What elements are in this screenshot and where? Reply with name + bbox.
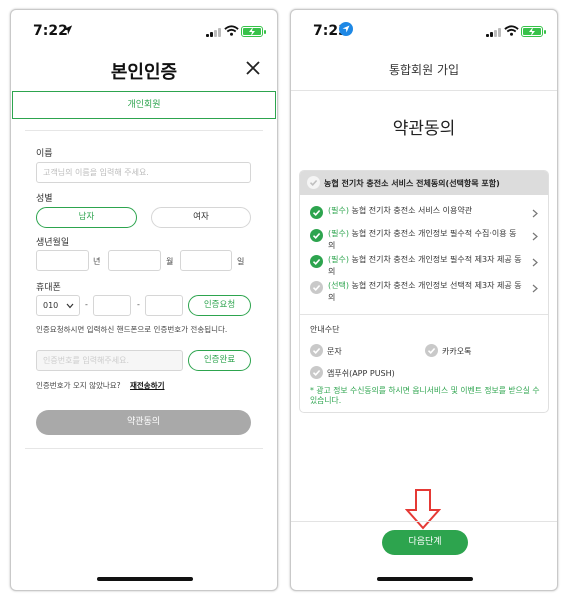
wifi-icon xyxy=(504,25,519,36)
code-notice-text: 인증요청하시면 입력하신 핸드폰으로 인증번호가 전송됩니다. xyxy=(36,325,228,334)
name-input[interactable]: 고객님의 이름을 입력해 주세요. xyxy=(36,162,251,183)
carrier-select[interactable]: 010 xyxy=(36,295,80,316)
phone-middle-input[interactable] xyxy=(93,295,131,316)
status-bar: 7:22 xyxy=(11,10,277,50)
birth-month-unit: 월 xyxy=(166,257,174,266)
check-circle-icon xyxy=(310,281,323,294)
term-text: 농협 전기차 충전소 개인정보 필수적 수집·이용 동의 xyxy=(328,229,517,250)
confirm-code-button[interactable]: 인증완료 xyxy=(188,350,251,371)
section-title: 약관동의 xyxy=(392,119,456,139)
gender-label: 성별 xyxy=(36,194,53,204)
phone-last-input[interactable] xyxy=(145,295,183,316)
term-row[interactable]: (필수) 농협 전기차 충전소 개인정보 필수적 수집·이용 동의 xyxy=(300,227,548,251)
chevron-right-icon[interactable] xyxy=(532,209,538,218)
gender-female-button[interactable]: 여자 xyxy=(151,207,251,228)
channel-note: * 광고 정보 수신동의를 하시면 옵니서비스 및 이벤트 정보를 받으실 수 … xyxy=(310,386,540,405)
all-agree-row[interactable]: 농협 전기차 충전소 서비스 전체동의(선택항목 포함) xyxy=(300,171,548,195)
request-code-button[interactable]: 인증요청 xyxy=(188,295,251,316)
term-tag: (선택) xyxy=(328,281,349,290)
down-arrow-icon xyxy=(405,489,441,530)
check-circle-icon xyxy=(307,176,320,189)
wifi-icon xyxy=(224,25,239,36)
channel-label: 앱푸쉬(APP PUSH) xyxy=(327,369,395,378)
home-indicator xyxy=(377,577,473,581)
divider xyxy=(25,448,263,449)
divider xyxy=(300,314,548,315)
check-circle-icon xyxy=(310,366,323,379)
gender-male-button[interactable]: 남자 xyxy=(36,207,137,228)
birth-label: 생년월일 xyxy=(36,238,70,248)
term-row[interactable]: (선택) 농협 전기차 충전소 개인정보 선택적 제3자 제공 동의 xyxy=(300,279,548,303)
term-label: (선택) 농협 전기차 충전소 개인정보 선택적 제3자 제공 동의 xyxy=(328,280,523,304)
location-circle-icon xyxy=(339,22,353,36)
page-title: 본인인증 xyxy=(110,62,178,83)
birth-day-input[interactable] xyxy=(180,250,232,271)
close-icon[interactable] xyxy=(245,60,261,76)
birth-year-unit: 년 xyxy=(93,257,101,266)
term-tag: (필수) xyxy=(328,255,349,264)
notice-method-title: 안내수단 xyxy=(310,325,340,334)
battery-charging-icon xyxy=(521,26,546,37)
resend-link[interactable]: 재전송하기 xyxy=(130,380,165,391)
home-indicator xyxy=(97,577,193,581)
phone-label: 휴대폰 xyxy=(36,283,61,293)
signal-icon xyxy=(486,27,501,37)
divider xyxy=(25,130,263,131)
phone-dash-1: - xyxy=(85,300,88,309)
birth-month-input[interactable] xyxy=(108,250,161,271)
check-circle-icon xyxy=(310,229,323,242)
channel-label: 카카오톡 xyxy=(442,347,472,356)
check-circle-icon xyxy=(310,206,323,219)
chevron-right-icon[interactable] xyxy=(532,232,538,241)
footer-divider xyxy=(291,521,557,522)
tab-personal-member[interactable]: 개인회원 xyxy=(12,91,276,119)
chevron-right-icon[interactable] xyxy=(532,284,538,293)
check-circle-icon xyxy=(310,344,323,357)
terms-agree-button[interactable]: 약관동의 xyxy=(36,410,251,435)
check-circle-icon xyxy=(310,255,323,268)
resend-prompt: 인증번호가 오지 않았나요? xyxy=(36,381,121,390)
all-agree-label: 농협 전기차 충전소 서비스 전체동의(선택항목 포함) xyxy=(324,179,500,188)
location-arrow-icon xyxy=(62,25,73,35)
phone-screen-identity-verification: 7:22 본인인증 개인회원 이름 고객님의 이름을 입력해 주세요. 성별 남… xyxy=(10,9,278,591)
term-label: (필수) 농협 전기차 충전소 개인정보 필수적 수집·이용 동의 xyxy=(328,228,523,252)
term-row[interactable]: (필수) 농협 전기차 충전소 서비스 이용약관 xyxy=(300,204,548,228)
channel-label: 문자 xyxy=(327,347,342,356)
term-text: 농협 전기차 충전소 서비스 이용약관 xyxy=(351,206,473,215)
phone-screen-terms-agreement: 7:23 통합회원 가입 약관동의 농협 전기차 충전소 서비스 전체동의(선택… xyxy=(290,9,558,591)
chevron-down-icon xyxy=(66,303,74,309)
header-title: 통합회원 가입 xyxy=(388,63,460,77)
term-label: (필수) 농협 전기차 충전소 서비스 이용약관 xyxy=(328,205,523,217)
chevron-right-icon[interactable] xyxy=(532,258,538,267)
term-tag: (필수) xyxy=(328,229,349,238)
phone-dash-2: - xyxy=(137,300,140,309)
signal-icon xyxy=(206,27,221,37)
check-circle-icon xyxy=(425,344,438,357)
next-step-button[interactable]: 다음단계 xyxy=(382,530,468,555)
birth-year-input[interactable] xyxy=(36,250,89,271)
carrier-value: 010 xyxy=(43,301,59,310)
header-divider xyxy=(291,90,557,91)
term-text: 농협 전기차 충전소 개인정보 필수적 제3자 제공 동의 xyxy=(328,255,522,276)
term-tag: (필수) xyxy=(328,206,349,215)
terms-card: 농협 전기차 충전소 서비스 전체동의(선택항목 포함) (필수) 농협 전기차… xyxy=(299,170,549,413)
term-label: (필수) 농협 전기차 충전소 개인정보 필수적 제3자 제공 동의 xyxy=(328,254,523,278)
name-label: 이름 xyxy=(36,149,53,159)
birth-day-unit: 일 xyxy=(237,257,245,266)
status-bar: 7:23 xyxy=(291,10,557,50)
battery-charging-icon xyxy=(241,26,266,37)
code-input[interactable]: 인증번호를 입력해주세요. xyxy=(36,350,183,371)
term-text: 농협 전기차 충전소 개인정보 선택적 제3자 제공 동의 xyxy=(328,281,522,302)
term-row[interactable]: (필수) 농협 전기차 충전소 개인정보 필수적 제3자 제공 동의 xyxy=(300,253,548,277)
